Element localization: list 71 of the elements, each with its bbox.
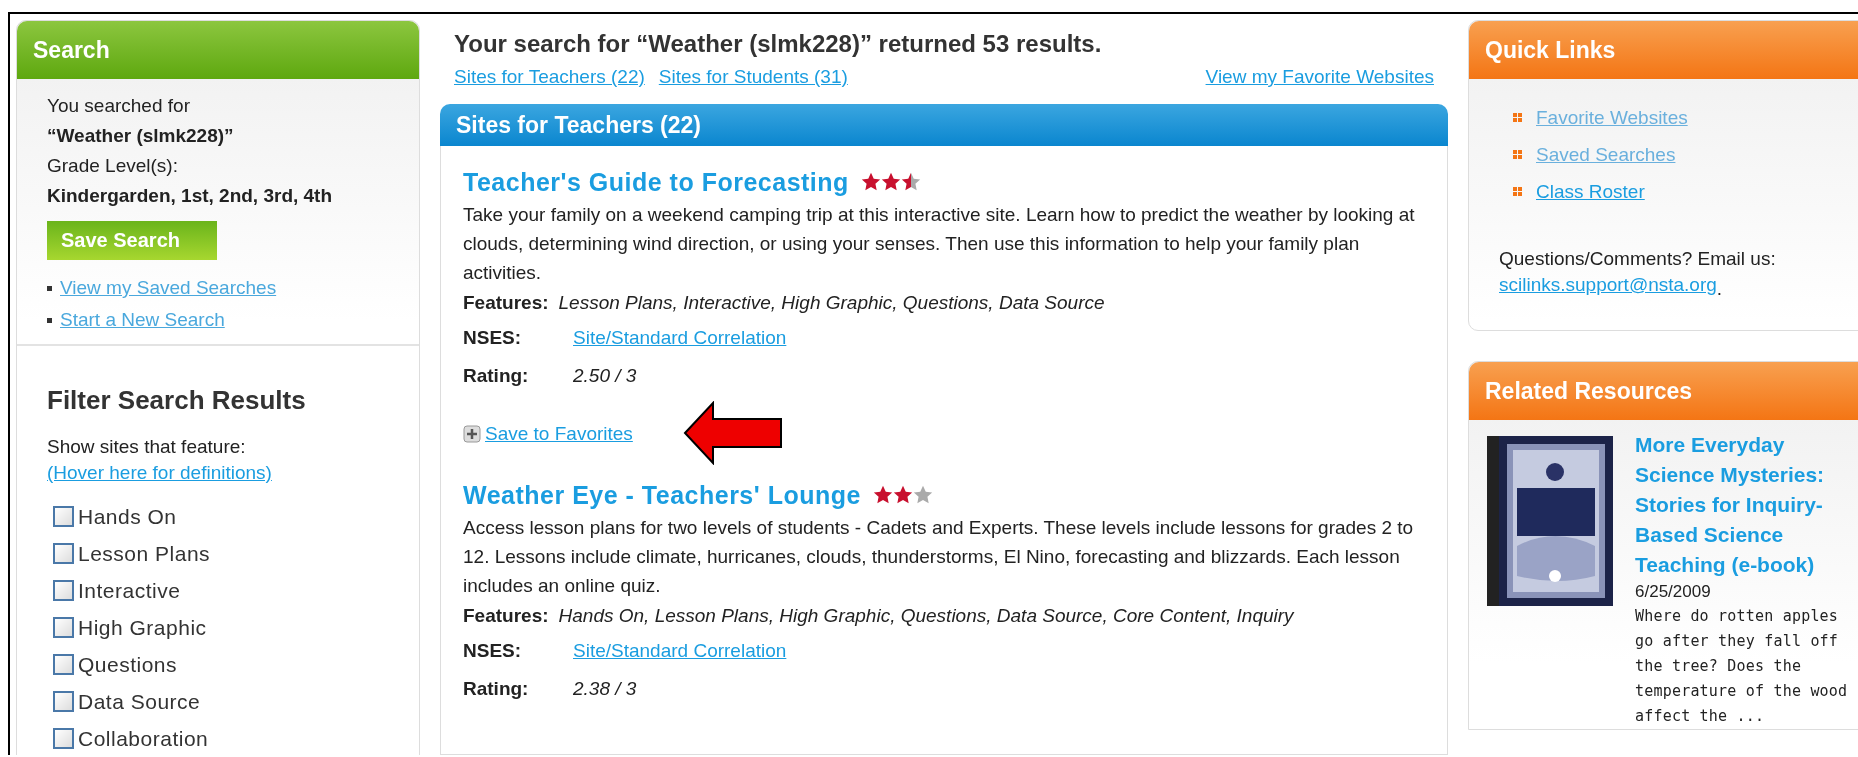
site-title-link[interactable]: Teacher's Guide to Forecasting <box>463 167 849 197</box>
star-icon <box>872 485 893 505</box>
bullet-icon <box>47 317 52 323</box>
favorites-link[interactable]: View my Favorite Websites <box>1205 66 1434 88</box>
bullet-icon <box>1513 113 1522 122</box>
checkbox-label: Data Source <box>78 689 201 714</box>
checkbox[interactable] <box>53 580 74 601</box>
star-icon <box>900 172 921 192</box>
definitions-link[interactable]: (Hover here for definitions) <box>47 462 272 483</box>
grade-label: Grade Level(s): <box>47 154 179 178</box>
features-list: Hands On, Lesson Plans, High Graphic, Questions, Data Source, Core Content, Inquiry <box>558 601 1294 631</box>
filter-title: Filter Search Results <box>47 384 307 417</box>
search-link[interactable]: Start a New Search <box>60 309 225 331</box>
features-list: Lesson Plans, Interactive, High Graphic, Questions, Data Source <box>558 288 1105 318</box>
contact-text: Questions/Comments? Email us: <box>1499 247 1777 271</box>
bullet-icon <box>1513 187 1522 196</box>
checkbox[interactable] <box>53 691 74 712</box>
features-label: Features: <box>463 291 549 315</box>
searched-label: You searched for <box>47 94 191 118</box>
checkbox[interactable] <box>53 654 74 675</box>
site-description: Access lesson plans for two levels of students - Cadets and Experts. These levels include lessons for grades 2 to 12. Lessons include climate, hurricanes, clouds, thunderstorms, El Nino, forecasting and blizzards. Each lesson includes an online quiz. <box>463 516 1415 598</box>
panel-title: Related Resources <box>1469 362 1858 420</box>
save-favorites-link[interactable]: Save to Favorites <box>485 423 633 445</box>
quick-link[interactable]: Saved Searches <box>1536 143 1676 166</box>
rating-value: 2.38 / 3 <box>573 677 638 701</box>
panel-title: Search <box>17 21 419 79</box>
site-description: Take your family on a weekend camping trip at this interactive site. Learn how to predict the weather by looking at clouds, determining wind direction, or using your senses. Then use this information to help your family plan activities. <box>463 203 1416 285</box>
search-query: “Weather (slmk228)” <box>47 124 235 148</box>
nses-label: NSES: <box>463 639 523 663</box>
save-search-button[interactable]: Save Search <box>47 221 217 260</box>
correlation-link[interactable]: Site/Standard Correlation <box>573 640 787 661</box>
checkbox-label: Lesson Plans <box>78 541 211 566</box>
star-icon <box>892 485 913 505</box>
resource-description: Where do rotten apples go after they fall off the tree? Does the temperature of the wood affect the ... <box>1635 606 1849 727</box>
section-title: Sites for Teachers (22) <box>440 104 1448 146</box>
resource-title-link[interactable]: More Everyday Science Mysteries: Stories for Inquiry-Based Science Teaching (e-book) <box>1635 430 1858 580</box>
checkbox-label: Interactive <box>78 578 181 603</box>
checkbox-label: Collaboration <box>78 726 209 751</box>
checkbox[interactable] <box>53 543 74 564</box>
results-tab-link[interactable]: Sites for Teachers (22) <box>454 66 645 88</box>
nses-label: NSES: <box>463 326 523 350</box>
resource-date: 6/25/2009 <box>1635 581 1712 603</box>
rating-value: 2.50 / 3 <box>573 364 638 388</box>
filter-intro: Show sites that feature: <box>47 435 247 459</box>
checkbox[interactable] <box>53 617 74 638</box>
features-label: Features: <box>463 604 549 628</box>
checkbox[interactable] <box>53 728 74 749</box>
star-icon <box>880 172 901 192</box>
checkbox-label: Questions <box>78 652 178 677</box>
arrow-icon <box>683 401 783 465</box>
results-tab-link[interactable]: Sites for Students (31) <box>658 66 848 88</box>
bullet-icon <box>47 285 52 291</box>
rating-label: Rating: <box>463 364 530 388</box>
search-link[interactable]: View my Saved Searches <box>60 277 277 299</box>
checkbox-label: High Graphic <box>78 615 207 640</box>
site-title-link[interactable]: Weather Eye - Teachers' Lounge <box>463 480 861 510</box>
plus-icon <box>463 425 481 443</box>
star-icon <box>912 485 933 505</box>
panel-title: Quick Links <box>1469 21 1858 79</box>
bullet-icon <box>1513 150 1522 159</box>
correlation-link[interactable]: Site/Standard Correlation <box>573 327 787 348</box>
period-text: . <box>1716 277 1723 301</box>
rating-label: Rating: <box>463 677 530 701</box>
quick-link[interactable]: Favorite Websites <box>1536 106 1688 129</box>
star-icon <box>860 172 881 192</box>
quick-link[interactable]: Class Roster <box>1536 180 1645 203</box>
email-link[interactable]: scilinks.support@nsta.org <box>1499 274 1717 304</box>
checkbox[interactable] <box>53 506 74 527</box>
checkbox-label: Hands On <box>78 504 177 529</box>
grade-levels: Kindergarden, 1st, 2nd, 3rd, 4th <box>47 184 334 208</box>
results-heading: Your search for “Weather (slmk228)” returned 53 results. <box>453 29 1103 59</box>
